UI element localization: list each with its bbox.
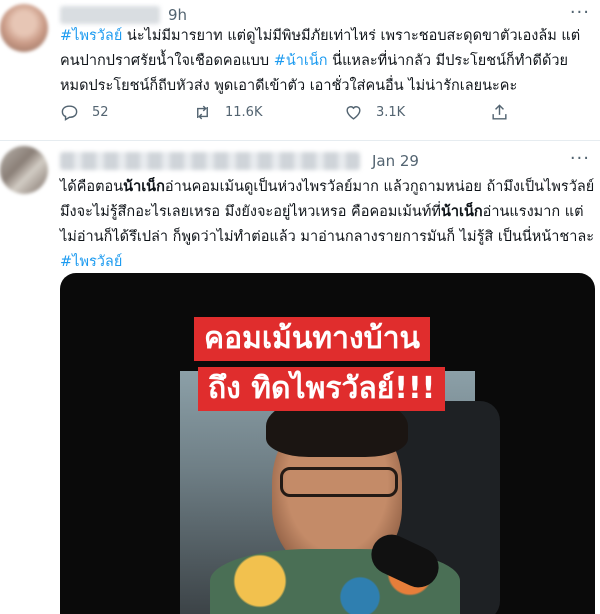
hashtag-link[interactable]: #ไพรวัลย์: [60, 28, 122, 44]
retweet-count: 11.6K: [225, 105, 263, 120]
tweet-timestamp[interactable]: Jan 29: [372, 152, 419, 170]
tweet-timestamp[interactable]: 9h: [168, 6, 187, 24]
video-caption-line: ถึง ทิดไพรวัลย์!!!: [198, 367, 446, 411]
more-options-icon[interactable]: ···: [570, 2, 590, 23]
reply-icon: [61, 105, 78, 121]
reply-button[interactable]: 52: [60, 103, 109, 122]
share-icon: [492, 104, 507, 120]
tweet-text: #ไพรวัลย์ น่ะไม่มีมารยาท แต่ดูไม่มีพิษมี…: [60, 24, 595, 99]
avatar[interactable]: [0, 146, 48, 194]
glasses-shape: [280, 467, 398, 497]
tweet-video[interactable]: คอมเม้นทางบ้าน ถึง ทิดไพรวัลย์!!!: [60, 273, 595, 614]
more-options-icon[interactable]: ···: [570, 148, 590, 169]
tweet-text: ได้คือตอนน้าเน็กอ่านคอมเม้นดูเป็นห่วงไพร…: [60, 175, 595, 275]
tweet-actions: 52 11.6K 3.1K: [60, 103, 530, 127]
heart-icon: [346, 106, 361, 120]
retweet-icon: [197, 105, 208, 120]
blurred-username[interactable]: [60, 6, 160, 24]
share-button[interactable]: [490, 103, 509, 122]
like-button[interactable]: 3.1K: [344, 103, 405, 122]
video-caption-line: คอมเม้นทางบ้าน: [194, 317, 431, 361]
avatar[interactable]: [0, 4, 48, 52]
hashtag-link[interactable]: #น้าเน็ก: [274, 53, 328, 69]
tweet-text-bold: น้าเน็ก: [440, 204, 483, 220]
blurred-username[interactable]: [60, 152, 360, 170]
hashtag-link[interactable]: #ไพรวัลย์: [60, 254, 122, 270]
like-count: 3.1K: [376, 105, 406, 120]
retweet-button[interactable]: 11.6K: [193, 103, 262, 122]
tweet-text-segment: ได้คือตอน: [60, 179, 124, 195]
reply-count: 52: [92, 105, 109, 120]
tweet[interactable]: 9h ··· #ไพรวัลย์ น่ะไม่มีมารยาท แต่ดูไม่…: [0, 0, 600, 140]
tweet-text-bold: น้าเน็ก: [123, 179, 165, 195]
